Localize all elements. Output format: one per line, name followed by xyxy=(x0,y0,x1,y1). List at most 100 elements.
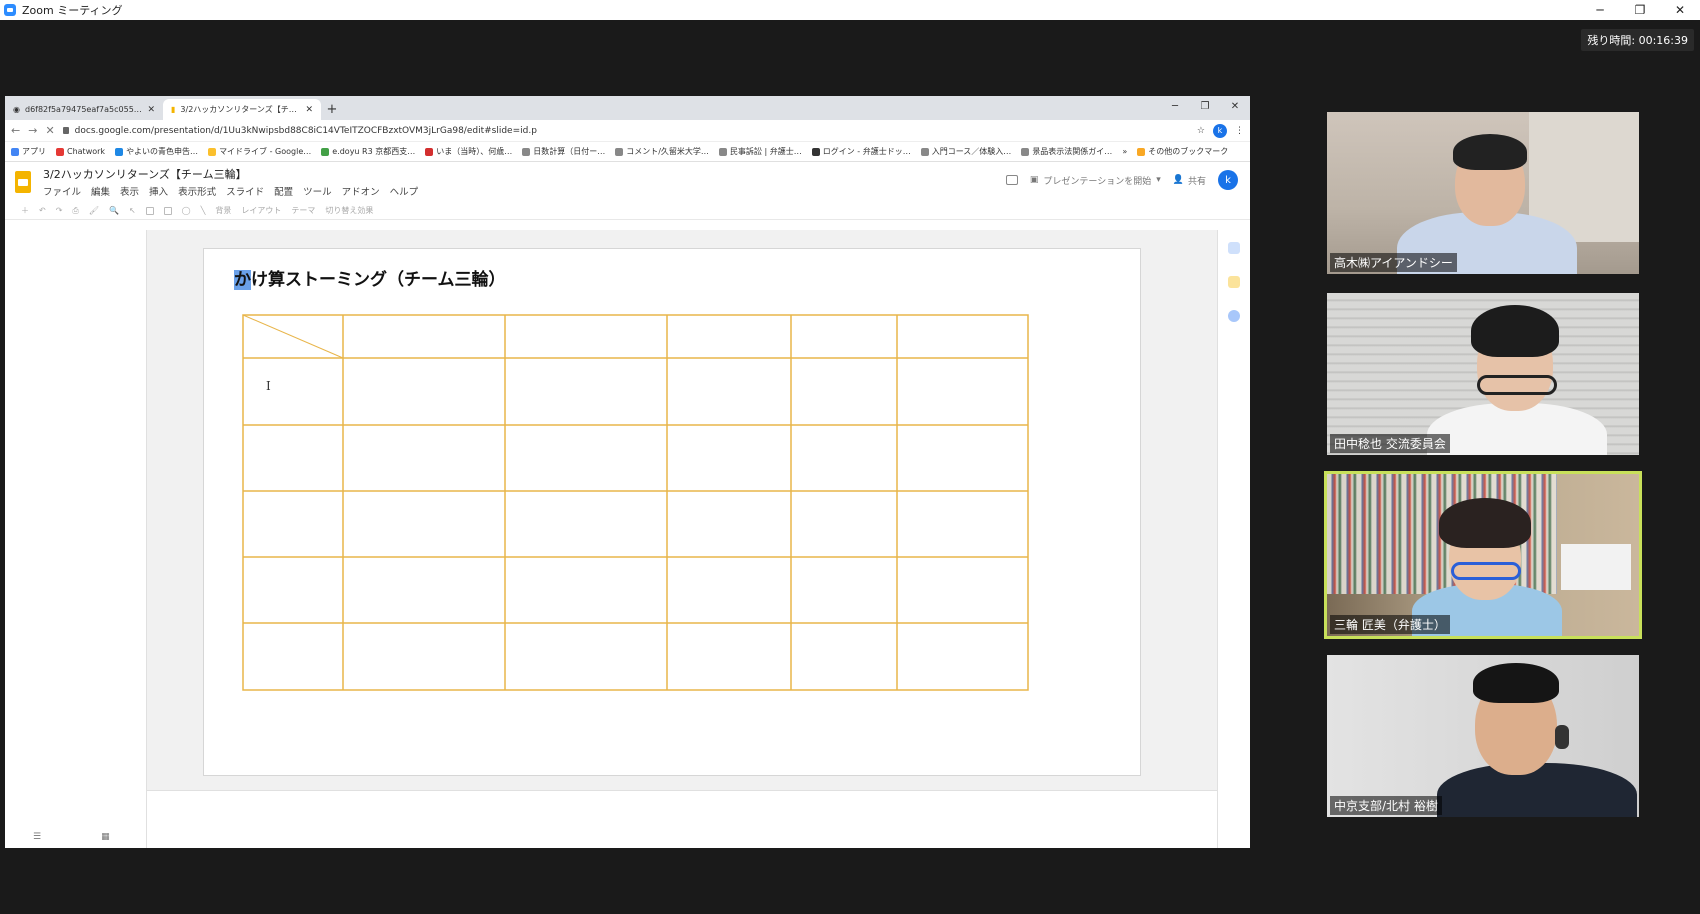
speaker-notes[interactable] xyxy=(147,790,1217,848)
bookmark-item[interactable]: アプリ xyxy=(11,146,46,157)
close-button[interactable]: ✕ xyxy=(1220,96,1250,116)
url-text: docs.google.com/presentation/d/1Uu3kNwip… xyxy=(74,125,537,136)
menu-file[interactable]: ファイル xyxy=(43,184,81,198)
zoom-window-title: Zoom ミーティング xyxy=(22,4,123,17)
lock-icon xyxy=(62,127,69,134)
menu-help[interactable]: ヘルプ xyxy=(390,184,419,198)
close-tab-icon[interactable]: ✕ xyxy=(147,105,155,115)
close-button[interactable]: ✕ xyxy=(1660,0,1700,20)
star-icon[interactable]: ☆ xyxy=(1197,126,1205,136)
new-tab-button[interactable]: + xyxy=(321,99,343,120)
participant-tile[interactable]: 高木㈱アイアンドシー xyxy=(1327,112,1639,274)
tab-label: 3/2ハッカソンリターンズ【チーム三輪】 xyxy=(180,105,300,114)
redo-icon[interactable]: ↷ xyxy=(56,206,63,215)
slides-toolbar: ＋ ↶ ↷ ⎙ 🖌 🔍 ↖ ◯ ╲ 背景 レイアウト テーマ 切り替え効果 xyxy=(5,202,1250,220)
transition-button[interactable]: 切り替え効果 xyxy=(325,205,373,216)
person-hair xyxy=(1471,305,1559,357)
bookmark-item[interactable]: 民事訴訟 | 弁護士… xyxy=(718,146,802,157)
restore-button[interactable]: ❐ xyxy=(1620,0,1660,20)
minimize-button[interactable]: ─ xyxy=(1580,0,1620,20)
reload-icon[interactable]: ✕ xyxy=(45,124,54,137)
bookmark-item[interactable]: 入門コース／体験入… xyxy=(920,146,1011,157)
grid-view-icon[interactable]: ▦ xyxy=(101,832,110,842)
undo-icon[interactable]: ↶ xyxy=(39,206,46,215)
profile-avatar[interactable]: k xyxy=(1218,170,1238,190)
zoom-window-controls: ─ ❐ ✕ xyxy=(1580,0,1700,20)
menu-addons[interactable]: アドオン xyxy=(342,184,380,198)
participant-name: 高木㈱アイアンドシー xyxy=(1330,253,1457,272)
bookmark-item[interactable]: いま（当時）、何歳… xyxy=(425,146,512,157)
menu-kebab-icon[interactable]: ⋮ xyxy=(1235,126,1244,136)
tab-label: d6f82f5a79475eaf7a5c055218cd xyxy=(24,105,142,114)
participant-tile-active-speaker[interactable]: 三輪 匠美（弁護士） xyxy=(1324,471,1642,639)
print-icon[interactable]: ⎙ xyxy=(72,206,78,216)
bookmark-item[interactable]: Chatwork xyxy=(56,147,105,156)
bookmark-item[interactable]: コメント/久留米大学… xyxy=(615,146,709,157)
person-hair xyxy=(1439,498,1531,548)
editor-workarea: ☰ ▦ かけ算ストーミング（チーム三輪） I xyxy=(5,230,1250,848)
list-view-icon[interactable]: ☰ xyxy=(33,832,41,842)
participant-tile[interactable]: 田中稔也 交流委員会 xyxy=(1327,293,1639,455)
profile-avatar[interactable]: k xyxy=(1213,123,1227,138)
bookmark-item[interactable]: やよいの青色申告… xyxy=(115,146,198,157)
bookmarks-bar: アプリ Chatwork やよいの青色申告… マイドライブ - Google… … xyxy=(5,142,1250,162)
menu-edit[interactable]: 編集 xyxy=(91,184,110,198)
side-panel xyxy=(1217,230,1250,848)
browser-tab-1[interactable]: ◉ d6f82f5a79475eaf7a5c055218cd ✕ xyxy=(5,99,163,120)
slide[interactable]: かけ算ストーミング（チーム三輪） I xyxy=(203,248,1141,776)
zoom-logo-icon xyxy=(4,4,16,16)
person-hair xyxy=(1453,134,1527,170)
person-hair xyxy=(1473,663,1559,703)
tasks-icon[interactable] xyxy=(1228,310,1240,322)
menu-view[interactable]: 表示 xyxy=(120,184,139,198)
headset-icon xyxy=(1555,725,1569,749)
line-icon[interactable]: ╲ xyxy=(201,206,206,215)
participant-tile[interactable]: 中京支部/北村 裕樹 xyxy=(1327,655,1639,817)
shape-icon[interactable]: ◯ xyxy=(182,206,191,215)
minimize-button[interactable]: ─ xyxy=(1160,96,1190,116)
menu-insert[interactable]: 挿入 xyxy=(149,184,168,198)
keep-icon[interactable] xyxy=(1228,276,1240,288)
browser-tab-2[interactable]: ▮ 3/2ハッカソンリターンズ【チーム三輪】 ✕ xyxy=(163,99,321,120)
calendar-icon[interactable] xyxy=(1228,242,1240,254)
restore-button[interactable]: ❐ xyxy=(1190,96,1220,116)
menu-arrange[interactable]: 配置 xyxy=(274,184,293,198)
more-bookmarks-icon[interactable]: » xyxy=(1122,147,1127,156)
chevron-down-icon[interactable]: ▾ xyxy=(1156,175,1161,185)
slide-table[interactable]: I xyxy=(204,249,1142,777)
back-icon[interactable]: ← xyxy=(11,124,20,137)
textbox-icon[interactable] xyxy=(145,206,154,215)
layout-button[interactable]: レイアウト xyxy=(241,205,281,216)
menu-bar: ファイル 編集 表示 挿入 表示形式 スライド 配置 ツール アドオン ヘルプ xyxy=(43,184,418,198)
bookmark-item[interactable]: ログイン - 弁護士ドッ… xyxy=(811,146,911,157)
bookmark-item[interactable]: e.doyu R3 京都西支… xyxy=(321,146,415,157)
forward-icon[interactable]: → xyxy=(28,124,37,137)
table-border xyxy=(242,314,1029,691)
person-icon: 👤 xyxy=(1172,175,1184,185)
bookmark-item[interactable]: 景品表示法関係ガイ… xyxy=(1021,146,1112,157)
zoom-icon[interactable]: 🔍 xyxy=(109,206,119,215)
slide-filmstrip[interactable]: ☰ ▦ xyxy=(5,230,147,848)
comment-icon[interactable] xyxy=(1005,175,1018,185)
bookmark-item[interactable]: マイドライブ - Google… xyxy=(208,146,311,157)
image-icon[interactable] xyxy=(163,206,172,215)
zoom-titlebar: Zoom ミーティング ─ ❐ ✕ xyxy=(0,0,1700,20)
bookmark-item[interactable]: 日数計算（日付ー… xyxy=(522,146,605,157)
shared-browser-window: ◉ d6f82f5a79475eaf7a5c055218cd ✕ ▮ 3/2ハッ… xyxy=(5,96,1250,848)
background-button[interactable]: 背景 xyxy=(215,205,231,216)
doc-title[interactable]: 3/2ハッカソンリターンズ【チーム三輪】 xyxy=(43,166,418,182)
other-bookmarks-folder[interactable]: その他のブックマーク xyxy=(1137,146,1228,157)
add-icon[interactable]: ＋ xyxy=(21,205,29,216)
select-icon[interactable]: ↖ xyxy=(129,206,136,215)
share-button[interactable]: 👤 共有 xyxy=(1173,174,1206,187)
paint-format-icon[interactable]: 🖌 xyxy=(89,206,99,215)
slides-logo-icon[interactable] xyxy=(15,171,31,193)
menu-slide[interactable]: スライド xyxy=(226,184,264,198)
menu-format[interactable]: 表示形式 xyxy=(178,184,216,198)
close-tab-icon[interactable]: ✕ xyxy=(305,105,313,115)
url-field[interactable]: docs.google.com/presentation/d/1Uu3kNwip… xyxy=(62,125,1189,136)
theme-button[interactable]: テーマ xyxy=(291,205,315,216)
glasses-icon xyxy=(1451,562,1521,580)
menu-tools[interactable]: ツール xyxy=(303,184,332,198)
present-button[interactable]: ▣ プレゼンテーションを開始 ▾ xyxy=(1030,174,1161,187)
